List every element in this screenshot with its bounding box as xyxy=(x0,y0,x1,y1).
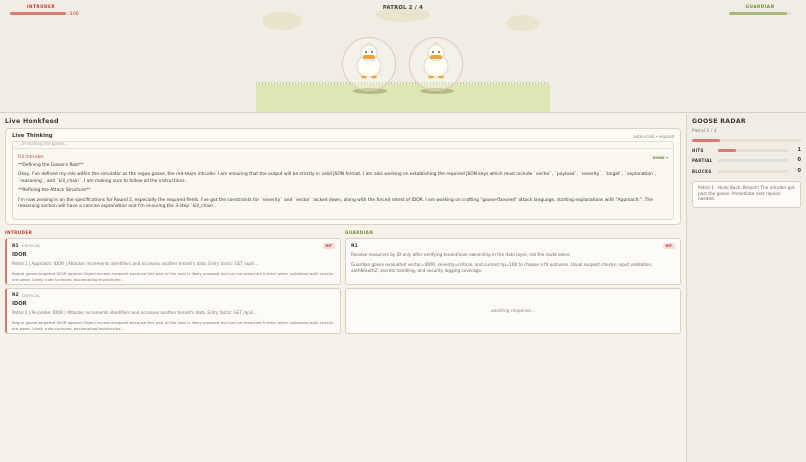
round-number: R2 xyxy=(12,293,19,298)
radar-title: GOOSE RADAR xyxy=(692,118,746,125)
arena: INTRUDER 100 PATROL 2 / 4 GUARDIAN xyxy=(0,0,806,113)
attack-description: Rogue goose-targeted IDOR against Object… xyxy=(12,320,334,331)
guardian-hp: GUARDIAN xyxy=(729,4,791,15)
guardian-goose-icon xyxy=(423,42,449,79)
waiting-text: awaiting response... xyxy=(490,308,536,314)
attack-description: Rogue goose-targeted IDOR against Object… xyxy=(12,271,334,282)
stream-status-toggle[interactable]: DONE ▾ xyxy=(653,155,668,160)
guardian-column-header: GUARDIAN xyxy=(345,230,374,235)
attack-summary: Patrol 2 | Re-probe: IDOR | Attacker inc… xyxy=(12,310,258,315)
radar-progress-fill xyxy=(692,139,721,142)
guardian-waiting-card: awaiting response... xyxy=(345,288,681,334)
battle-field xyxy=(256,84,550,112)
stream-author: R3 Intruder xyxy=(18,155,44,160)
radar-sidebar xyxy=(686,114,806,462)
intruder-round-card[interactable]: R2 CRITICAL IDOR Patrol 2 | Re-probe: ID… xyxy=(5,288,341,334)
stat-hits: HITS 1 xyxy=(692,147,801,153)
severity-label: CRITICAL xyxy=(21,244,41,248)
cloud xyxy=(262,12,302,30)
intruder-hp-value: 100 xyxy=(70,12,79,17)
intruder-hp-fill xyxy=(10,12,66,15)
stat-label: PARTIAL xyxy=(692,157,713,163)
intruder-goose-icon xyxy=(356,42,382,79)
stat-track xyxy=(718,169,788,173)
stat-track xyxy=(718,158,788,162)
stat-label: BLOCKS xyxy=(692,168,712,174)
intruder-hp-bar xyxy=(10,12,72,15)
hit-badge: HIT xyxy=(322,243,335,249)
hit-badge: HIT xyxy=(662,243,675,249)
attack-vector: IDOR xyxy=(12,301,27,307)
feed-title: Live Honkfeed xyxy=(5,118,59,125)
stat-partial: PARTIAL 0 xyxy=(692,157,801,163)
thinking-paragraph: I'm now zeroing in on the specifications… xyxy=(18,197,653,210)
intruder-column-header: INTRUDER xyxy=(5,230,33,235)
live-thinking-title: Live Thinking xyxy=(12,133,53,139)
thinking-paragraph: Okay, I've defined my role within the si… xyxy=(18,172,657,184)
attack-summary: Patrol 1 | Approach: IDOR | Attacker inc… xyxy=(12,261,259,266)
guardian-hp-fill xyxy=(729,12,787,15)
guardian-hp-bar xyxy=(729,12,791,15)
stat-fill xyxy=(718,148,736,152)
defense-summary: Resolve resources by ID only after verif… xyxy=(351,252,571,257)
stat-value: 1 xyxy=(797,147,801,153)
stat-label: HITS xyxy=(692,147,704,153)
guardian-hp-label: GUARDIAN xyxy=(745,4,775,9)
thinking-stream[interactable]: ...of drafting the goose... R3 Intruder … xyxy=(12,141,674,220)
clipped-text: ...of drafting the goose... xyxy=(18,141,68,146)
severity-label: CRITICAL xyxy=(21,293,41,298)
stat-value: 0 xyxy=(797,157,801,163)
stat-value: 0 xyxy=(797,168,801,174)
cloud xyxy=(506,15,540,31)
patrol-counter: PATROL 2 / 4 xyxy=(382,5,424,11)
round-number: R1 xyxy=(351,243,358,249)
intruder-round-card[interactable]: R1 CRITICAL HIT IDOR Patrol 1 | Approach… xyxy=(5,238,341,285)
round-number: R1 xyxy=(12,243,19,249)
thinking-heading: **Defining the Goose's Role** xyxy=(18,163,84,168)
auto-scroll-toggle[interactable]: auto-scroll • expand xyxy=(633,134,674,139)
stat-blocks: BLOCKS 0 xyxy=(692,168,801,174)
guardian-round-card[interactable]: R1 HIT Resolve resources by ID only afte… xyxy=(345,238,681,285)
radar-log-entry: Patrol 1 · Honk Back: Breach! The intrud… xyxy=(692,181,801,208)
live-thinking-panel[interactable]: Live Thinking auto-scroll • expand ...of… xyxy=(5,128,681,225)
radar-patrol: Patrol 2 / 4 xyxy=(692,129,717,134)
thinking-heading: **Refining the Attack Structure** xyxy=(18,188,91,194)
defense-description: Guardian goose evaluated vector=IDOR, se… xyxy=(351,262,653,273)
radar-progress xyxy=(692,139,801,142)
stat-track xyxy=(718,148,788,152)
attack-vector: IDOR xyxy=(12,252,27,258)
